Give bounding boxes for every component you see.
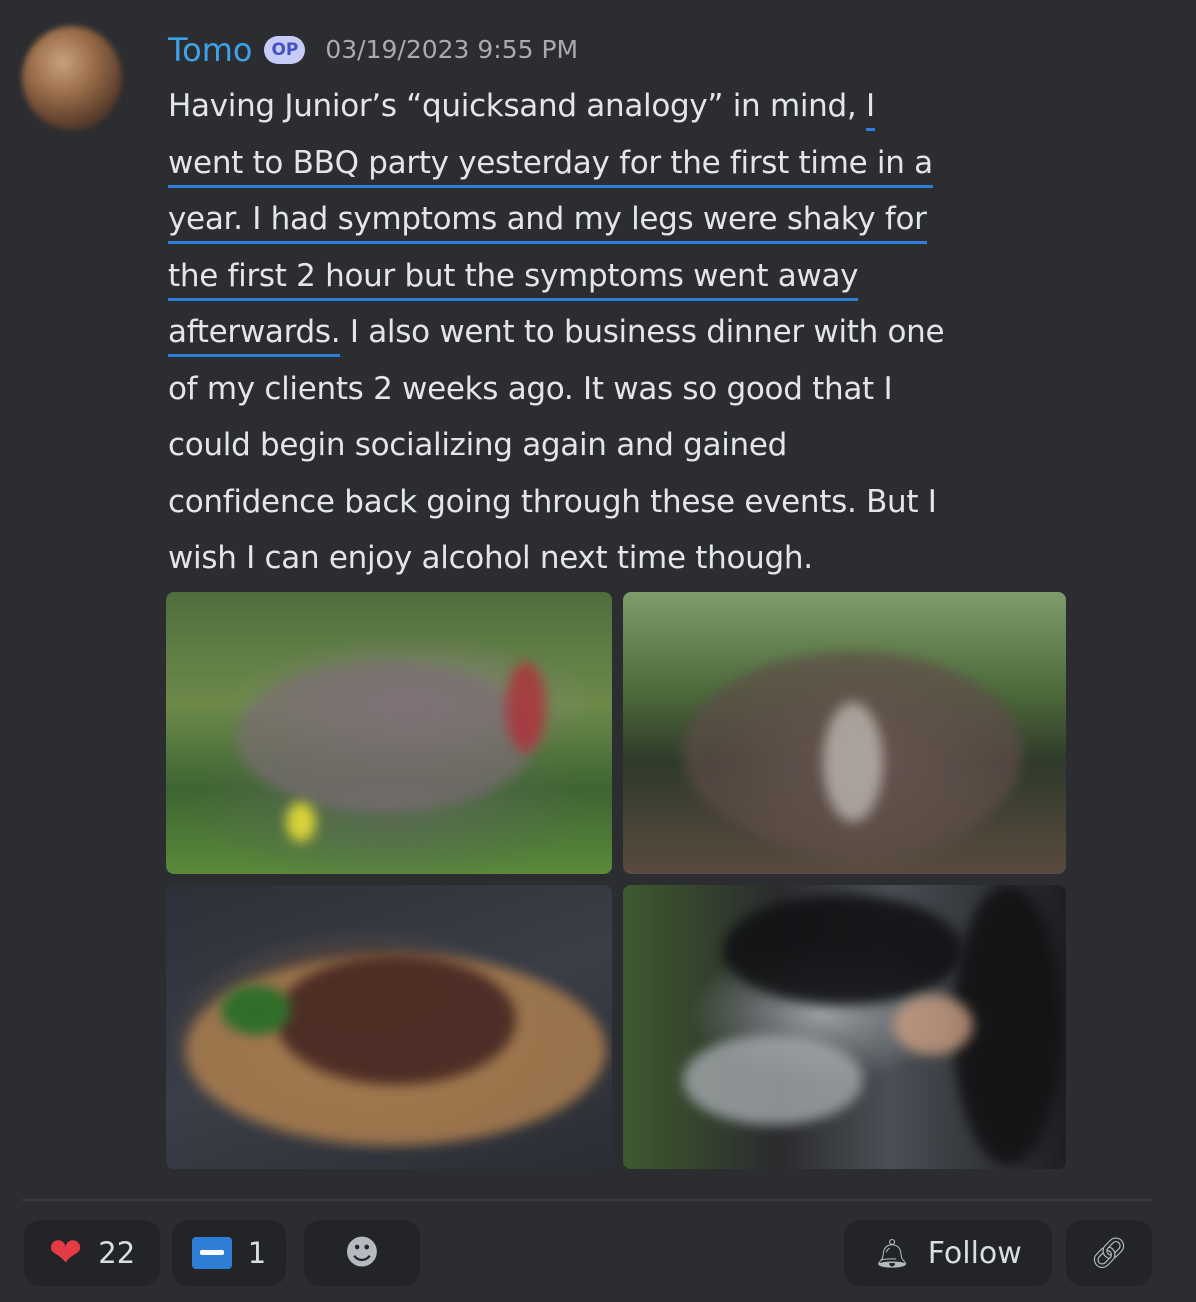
follow-button[interactable]: 🔔︎ Follow: [844, 1220, 1052, 1286]
post-header: Tomo OP 03/19/2023 9:55 PM: [168, 28, 578, 72]
credit-card-icon: [191, 1237, 232, 1269]
divider: [22, 1199, 1152, 1201]
highlighted-text: year. I had symptoms and my legs were sh…: [168, 201, 927, 244]
avatar[interactable]: [22, 26, 122, 130]
heart-icon: ❤: [48, 1230, 83, 1276]
grill-photo[interactable]: [623, 885, 1066, 1169]
follow-label: Follow: [927, 1235, 1022, 1271]
heart-reaction-button[interactable]: ❤ 22: [24, 1220, 160, 1286]
op-badge: OP: [264, 36, 306, 64]
steak-photo[interactable]: [166, 885, 612, 1169]
highlighted-text: afterwards.: [168, 314, 341, 357]
message-line: could begin socializing again and gained: [168, 427, 788, 463]
message-line: afterwards. I also went to business dinn…: [168, 304, 1068, 361]
highlighted-text: I: [866, 88, 875, 131]
message-line: of my clients 2 weeks ago. It was so goo…: [168, 370, 893, 407]
highlighted-text: went to BBQ party yesterday for the firs…: [168, 144, 933, 188]
group-photo-patio[interactable]: [623, 592, 1066, 874]
bell-icon: 🔔︎: [874, 1236, 910, 1270]
message-line: confidence back going through these even…: [168, 483, 937, 520]
message-line: wish I can enjoy alcohol next time thoug…: [168, 540, 813, 576]
highlighted-text: the first 2 hour but the symptoms went a…: [168, 257, 859, 301]
message-line: the first 2 hour but the symptoms went a…: [168, 248, 1068, 305]
image-gallery: [166, 592, 1066, 1169]
copy-link-button[interactable]: 🔗︎: [1066, 1220, 1152, 1286]
timestamp: 03/19/2023 9:55 PM: [325, 35, 579, 64]
message-line: year. I had symptoms and my legs were sh…: [168, 191, 1068, 248]
username[interactable]: Tomo: [168, 30, 252, 70]
heart-reaction-count: 22: [98, 1236, 136, 1270]
message-line: Having Junior’s “quicksand analogy” in m…: [168, 78, 1068, 135]
message-line: went to BBQ party yesterday for the firs…: [168, 135, 1068, 192]
link-icon: 🔗︎: [1089, 1235, 1129, 1271]
add-reaction-icon: ☻: [344, 1233, 380, 1273]
card-reaction-button[interactable]: 1: [172, 1220, 286, 1286]
card-reaction-count: 1: [247, 1236, 267, 1270]
message-body: Having Junior’s “quicksand analogy” in m…: [168, 78, 1068, 587]
add-reaction-button[interactable]: ☻: [304, 1220, 420, 1286]
group-photo-garden[interactable]: [166, 592, 612, 874]
